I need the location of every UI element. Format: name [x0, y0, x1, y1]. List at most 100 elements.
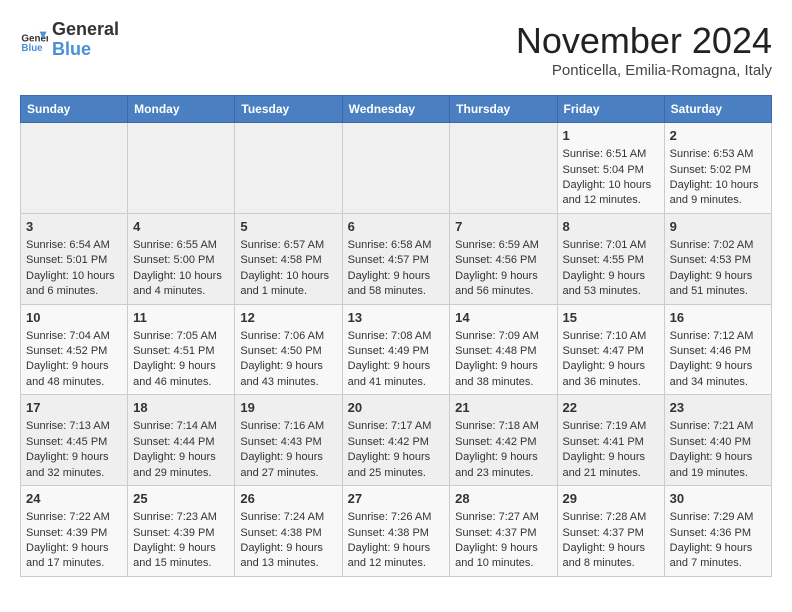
calendar-cell: 3 Sunrise: 6:54 AM Sunset: 5:01 PM Daylig… [21, 213, 128, 304]
day-number: 25 [133, 490, 229, 508]
calendar-cell: 18 Sunrise: 7:14 AM Sunset: 4:44 PM Dayli… [128, 395, 235, 486]
day-info: Sunrise: 7:26 AM Sunset: 4:38 PM Dayligh… [348, 511, 434, 569]
day-info: Sunrise: 7:28 AM Sunset: 4:37 PM Dayligh… [563, 511, 649, 569]
day-info: Sunrise: 7:10 AM Sunset: 4:47 PM Dayligh… [563, 330, 649, 388]
day-info: Sunrise: 6:54 AM Sunset: 5:01 PM Dayligh… [26, 239, 118, 297]
col-header-monday: Monday [128, 96, 235, 123]
day-number: 8 [563, 218, 659, 236]
calendar-cell: 15 Sunrise: 7:10 AM Sunset: 4:47 PM Dayli… [557, 304, 664, 395]
calendar-cell: 5Sunrise: 6:57 AM Sunset: 4:58 PM Daylig… [235, 213, 342, 304]
day-info: Sunrise: 7:23 AM Sunset: 4:39 PM Dayligh… [133, 511, 219, 569]
day-number: 20 [348, 399, 445, 417]
day-number: 17 [26, 399, 122, 417]
week-row-3: 10 Sunrise: 7:04 AM Sunset: 4:52 PM Dayli… [21, 304, 772, 395]
location-subtitle: Ponticella, Emilia-Romagna, Italy [516, 62, 772, 79]
day-number: 6 [348, 218, 445, 236]
calendar-cell: 29 Sunrise: 7:28 AM Sunset: 4:37 PM Dayli… [557, 486, 664, 577]
day-info: Sunrise: 7:16 AM Sunset: 4:43 PM Dayligh… [240, 420, 326, 478]
day-number: 10 [26, 309, 122, 327]
svg-text:Blue: Blue [21, 43, 43, 54]
day-info: Sunrise: 7:14 AM Sunset: 4:44 PM Dayligh… [133, 420, 219, 478]
day-number: 12 [240, 309, 336, 327]
day-info: Sunrise: 7:09 AM Sunset: 4:48 PM Dayligh… [455, 330, 541, 388]
calendar-cell: 23 Sunrise: 7:21 AM Sunset: 4:40 PM Dayli… [664, 395, 771, 486]
day-number: 13 [348, 309, 445, 327]
calendar-cell [342, 123, 450, 214]
calendar-header-row: SundayMondayTuesdayWednesdayThursdayFrid… [21, 96, 772, 123]
calendar-table: SundayMondayTuesdayWednesdayThursdayFrid… [20, 95, 772, 577]
week-row-1: 1 Sunrise: 6:51 AM Sunset: 5:04 PM Daylig… [21, 123, 772, 214]
col-header-friday: Friday [557, 96, 664, 123]
day-number: 29 [563, 490, 659, 508]
day-number: 27 [348, 490, 445, 508]
week-row-4: 17 Sunrise: 7:13 AM Sunset: 4:45 PM Dayli… [21, 395, 772, 486]
day-info: Sunrise: 6:51 AM Sunset: 5:04 PM Dayligh… [563, 148, 655, 206]
logo-blue-text: Blue [52, 39, 91, 59]
day-info: Sunrise: 6:59 AM Sunset: 4:56 PM Dayligh… [455, 239, 541, 297]
calendar-cell: 12 Sunrise: 7:06 AM Sunset: 4:50 PM Dayli… [235, 304, 342, 395]
day-info: Sunrise: 7:12 AM Sunset: 4:46 PM Dayligh… [670, 330, 756, 388]
day-info: Sunrise: 7:02 AM Sunset: 4:53 PM Dayligh… [670, 239, 756, 297]
day-number: 11 [133, 309, 229, 327]
day-info: Sunrise: 6:53 AM Sunset: 5:02 PM Dayligh… [670, 148, 762, 206]
calendar-cell: 2Sunrise: 6:53 AM Sunset: 5:02 PM Daylig… [664, 123, 771, 214]
day-number: 7 [455, 218, 551, 236]
day-info: Sunrise: 7:05 AM Sunset: 4:51 PM Dayligh… [133, 330, 219, 388]
day-number: 4 [133, 218, 229, 236]
calendar-cell: 30 Sunrise: 7:29 AM Sunset: 4:36 PM Dayli… [664, 486, 771, 577]
month-title: November 2024 [516, 20, 772, 62]
calendar-cell: 1 Sunrise: 6:51 AM Sunset: 5:04 PM Daylig… [557, 123, 664, 214]
calendar-cell: 9Sunrise: 7:02 AM Sunset: 4:53 PM Daylig… [664, 213, 771, 304]
day-number: 28 [455, 490, 551, 508]
day-number: 30 [670, 490, 766, 508]
calendar-cell [235, 123, 342, 214]
calendar-cell: 28 Sunrise: 7:27 AM Sunset: 4:37 PM Dayli… [450, 486, 557, 577]
calendar-cell: 22Sunrise: 7:19 AM Sunset: 4:41 PM Dayli… [557, 395, 664, 486]
page-header: General Blue General Blue November 2024 … [20, 20, 772, 79]
calendar-cell: 26Sunrise: 7:24 AM Sunset: 4:38 PM Dayli… [235, 486, 342, 577]
day-number: 1 [563, 127, 659, 145]
calendar-cell: 17 Sunrise: 7:13 AM Sunset: 4:45 PM Dayli… [21, 395, 128, 486]
calendar-cell: 7 Sunrise: 6:59 AM Sunset: 4:56 PM Daylig… [450, 213, 557, 304]
col-header-tuesday: Tuesday [235, 96, 342, 123]
logo: General Blue General Blue [20, 20, 119, 60]
week-row-5: 24Sunrise: 7:22 AM Sunset: 4:39 PM Dayli… [21, 486, 772, 577]
day-number: 24 [26, 490, 122, 508]
day-number: 16 [670, 309, 766, 327]
day-info: Sunrise: 7:18 AM Sunset: 4:42 PM Dayligh… [455, 420, 541, 478]
calendar-cell: 13 Sunrise: 7:08 AM Sunset: 4:49 PM Dayli… [342, 304, 450, 395]
calendar-cell: 24Sunrise: 7:22 AM Sunset: 4:39 PM Dayli… [21, 486, 128, 577]
calendar-cell: 20 Sunrise: 7:17 AM Sunset: 4:42 PM Dayli… [342, 395, 450, 486]
day-number: 21 [455, 399, 551, 417]
day-info: Sunrise: 7:04 AM Sunset: 4:52 PM Dayligh… [26, 330, 112, 388]
col-header-thursday: Thursday [450, 96, 557, 123]
calendar-cell: 21 Sunrise: 7:18 AM Sunset: 4:42 PM Dayli… [450, 395, 557, 486]
calendar-cell: 6Sunrise: 6:58 AM Sunset: 4:57 PM Daylig… [342, 213, 450, 304]
col-header-sunday: Sunday [21, 96, 128, 123]
day-info: Sunrise: 7:21 AM Sunset: 4:40 PM Dayligh… [670, 420, 756, 478]
day-number: 18 [133, 399, 229, 417]
day-info: Sunrise: 7:17 AM Sunset: 4:42 PM Dayligh… [348, 420, 434, 478]
day-info: Sunrise: 7:27 AM Sunset: 4:37 PM Dayligh… [455, 511, 541, 569]
day-info: Sunrise: 7:06 AM Sunset: 4:50 PM Dayligh… [240, 330, 326, 388]
day-info: Sunrise: 7:24 AM Sunset: 4:38 PM Dayligh… [240, 511, 326, 569]
day-info: Sunrise: 7:13 AM Sunset: 4:45 PM Dayligh… [26, 420, 112, 478]
calendar-cell: 27 Sunrise: 7:26 AM Sunset: 4:38 PM Dayli… [342, 486, 450, 577]
day-info: Sunrise: 7:08 AM Sunset: 4:49 PM Dayligh… [348, 330, 434, 388]
calendar-cell: 10 Sunrise: 7:04 AM Sunset: 4:52 PM Dayli… [21, 304, 128, 395]
col-header-wednesday: Wednesday [342, 96, 450, 123]
calendar-cell: 14Sunrise: 7:09 AM Sunset: 4:48 PM Dayli… [450, 304, 557, 395]
calendar-cell [128, 123, 235, 214]
day-number: 3 [26, 218, 122, 236]
day-number: 15 [563, 309, 659, 327]
logo-general-text: General [52, 19, 119, 39]
calendar-cell: 8 Sunrise: 7:01 AM Sunset: 4:55 PM Daylig… [557, 213, 664, 304]
logo-icon: General Blue [20, 26, 48, 54]
day-info: Sunrise: 6:57 AM Sunset: 4:58 PM Dayligh… [240, 239, 332, 297]
day-number: 23 [670, 399, 766, 417]
calendar-cell [450, 123, 557, 214]
calendar-cell [21, 123, 128, 214]
day-info: Sunrise: 7:29 AM Sunset: 4:36 PM Dayligh… [670, 511, 756, 569]
day-info: Sunrise: 7:01 AM Sunset: 4:55 PM Dayligh… [563, 239, 649, 297]
calendar-cell: 25 Sunrise: 7:23 AM Sunset: 4:39 PM Dayli… [128, 486, 235, 577]
